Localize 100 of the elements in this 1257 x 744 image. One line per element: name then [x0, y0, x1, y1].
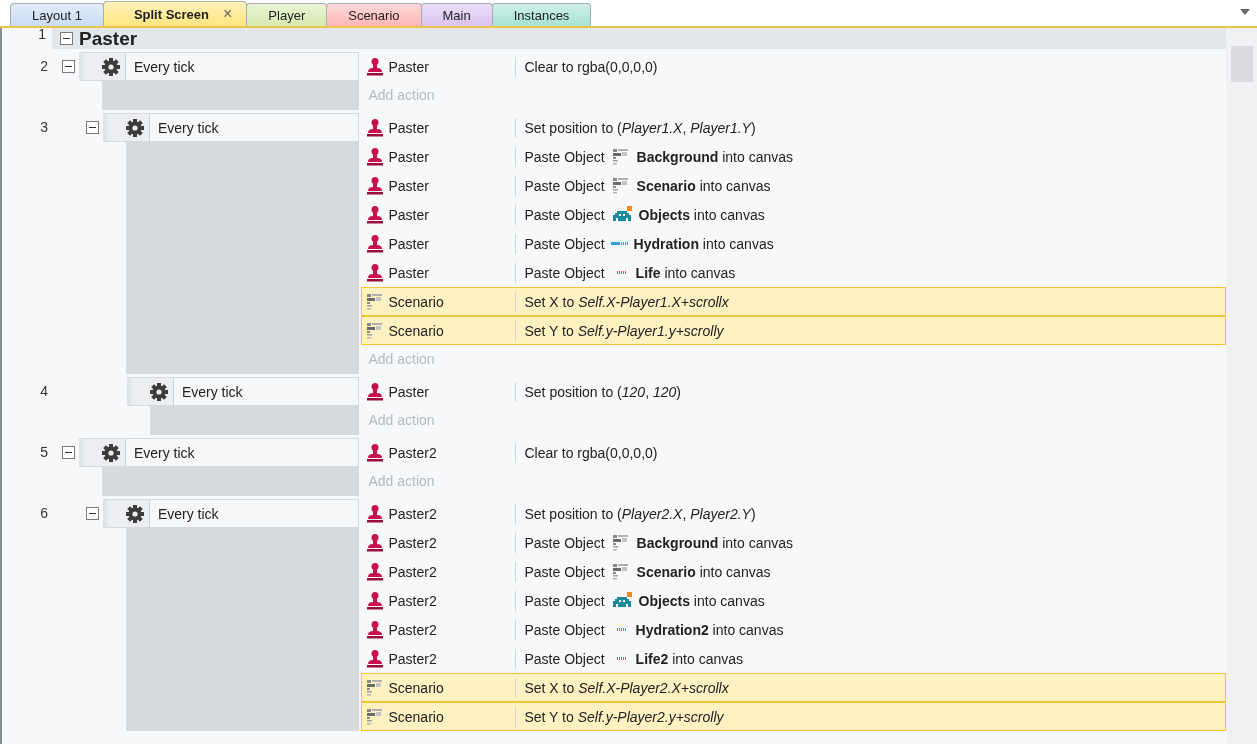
stamp-icon [365, 117, 386, 138]
action-text: Paste Object [524, 148, 605, 165]
condition-text: Every tick [132, 444, 195, 461]
action-row[interactable]: Paster Clear to rgba(0,0,0,0) [361, 52, 1226, 81]
tab-label: Split Screen [133, 6, 209, 22]
action-text: Set X to Self.X-Player2.X+scrollx [524, 679, 729, 696]
stamp-icon [365, 56, 386, 77]
sprite-icon [610, 561, 631, 582]
action-row[interactable]: Paster2 Paste Object Background into canvas [361, 528, 1226, 557]
gear-icon [148, 381, 169, 402]
action-text: Paste Object [524, 177, 605, 194]
object-name: Paster [388, 177, 429, 194]
line-number: 3 [40, 119, 48, 135]
collapse-toggle[interactable] [85, 121, 99, 134]
stamp-icon [365, 619, 386, 640]
object-name: Paster [388, 148, 429, 165]
action-row[interactable]: Paster2 Clear to rgba(0,0,0,0) [361, 438, 1226, 467]
action-text: Paste Object [524, 650, 605, 667]
condition-row[interactable]: Every tick [78, 438, 360, 467]
dropdown-icon[interactable] [1239, 8, 1251, 16]
action-text: Paste Object [524, 206, 605, 223]
action-row[interactable]: Scenario Set Y to Self.y-Player2.y+scrolly [361, 702, 1226, 731]
collapse-toggle[interactable] [60, 32, 73, 45]
line-number: 2 [40, 58, 48, 74]
group-title: Paster [79, 28, 138, 50]
condition-row[interactable]: Every tick [102, 499, 360, 528]
object-name: Paster2 [388, 621, 437, 638]
action-parameter: Objects into canvas [638, 206, 765, 223]
group-header[interactable]: Paster [52, 28, 1226, 49]
action-parameter: Hydration2 into canvas [635, 621, 784, 638]
gear-icon [124, 503, 145, 524]
object-name: Paster [388, 119, 429, 136]
object-name: Paster2 [388, 563, 437, 580]
object-name: Scenario [388, 708, 444, 725]
action-text: Set X to Self.X-Player1.X+scrollx [524, 293, 729, 310]
line-number: 1 [38, 28, 46, 42]
tab[interactable]: Layout 1 [10, 3, 104, 26]
sprite-icon [610, 175, 631, 196]
stamp-icon [365, 146, 386, 167]
action-row[interactable]: Paster2 Set position to (Player2.X, Player2.Y) [361, 499, 1226, 528]
action-row[interactable]: Paster Paste Object Scenario into canvas [361, 171, 1226, 200]
action-text: Clear to rgba(0,0,0,0) [524, 444, 658, 461]
action-row[interactable]: Paster Set position to (Player1.X, Player1.Y) [361, 113, 1226, 142]
condition-text: Every tick [156, 119, 219, 136]
action-row[interactable]: Paster2 Paste Object Life2 into canvas [361, 644, 1226, 673]
action-row[interactable]: Scenario Set Y to Self.y-Player1.y+scrolly [361, 316, 1226, 345]
object-name: Paster [388, 58, 429, 75]
action-text: Set position to (Player2.X, Player2.Y) [524, 505, 756, 522]
condition-text: Every tick [180, 383, 243, 400]
stamp-icon [365, 561, 386, 582]
action-row[interactable]: Paster Paste Object Background into canvas [361, 142, 1226, 171]
action-parameter: Objects into canvas [638, 592, 765, 609]
tab[interactable]: Split Screen × [102, 1, 248, 26]
tab[interactable]: Player [246, 3, 328, 26]
action-text: Paste Object [524, 235, 605, 252]
line-number: 5 [40, 444, 48, 460]
close-button[interactable]: × [223, 5, 233, 23]
action-text: Set Y to Self.y-Player2.y+scrolly [524, 708, 724, 725]
stamp-icon [365, 262, 386, 283]
condition-text: Every tick [156, 505, 219, 522]
line-number: 4 [40, 383, 48, 399]
action-parameter: Scenario into canvas [636, 177, 771, 194]
action-text: Set position to (120, 120) [524, 383, 681, 400]
tab[interactable]: Scenario [326, 3, 422, 26]
condition-row[interactable]: Every tick [126, 377, 360, 406]
action-row[interactable]: Paster Paste Object Life into canvas [361, 258, 1226, 287]
stamp-icon [365, 233, 386, 254]
condition-row[interactable]: Every tick [78, 52, 360, 81]
object-name: Paster [388, 235, 429, 252]
collapse-toggle[interactable] [61, 446, 75, 459]
action-row[interactable]: Paster Paste Object Hydration into canvas [361, 229, 1226, 258]
action-row[interactable]: Paster2 Paste Object Objects into canvas [361, 586, 1226, 615]
tab[interactable]: Instances [491, 3, 592, 26]
action-text: Paste Object [524, 264, 605, 281]
collapse-toggle[interactable] [85, 507, 99, 520]
line-number: 6 [40, 505, 48, 521]
action-text: Paste Object [524, 592, 605, 609]
action-row[interactable]: Paster Paste Object Objects into canvas [361, 200, 1226, 229]
object-name: Scenario [388, 293, 444, 310]
object-name: Paster2 [388, 592, 437, 609]
stamp-icon [365, 503, 386, 524]
stamp-icon [365, 590, 386, 611]
stamp-icon [365, 175, 386, 196]
tab[interactable]: Main [420, 3, 493, 26]
action-row[interactable]: Paster Set position to (120, 120) [361, 377, 1226, 406]
action-parameter: Background into canvas [636, 534, 793, 551]
object-name: Paster [388, 206, 429, 223]
action-row[interactable]: Scenario Set X to Self.X-Player2.X+scrollx [361, 673, 1226, 702]
action-row[interactable]: Paster2 Paste Object Scenario into canvas [361, 557, 1226, 586]
action-text: Paste Object [524, 534, 605, 551]
stamp-icon [365, 532, 386, 553]
object-name: Paster2 [388, 505, 437, 522]
action-parameter: Life into canvas [635, 264, 736, 281]
action-row[interactable]: Paster2 Paste Object Hydration2 into canvas [361, 615, 1226, 644]
condition-row[interactable]: Every tick [102, 113, 360, 142]
action-text: Paste Object [524, 563, 605, 580]
collapse-toggle[interactable] [61, 60, 75, 73]
object-name: Scenario [388, 322, 444, 339]
action-row[interactable]: Scenario Set X to Self.X-Player1.X+scrollx [361, 287, 1226, 316]
sprite-icon [610, 532, 631, 553]
